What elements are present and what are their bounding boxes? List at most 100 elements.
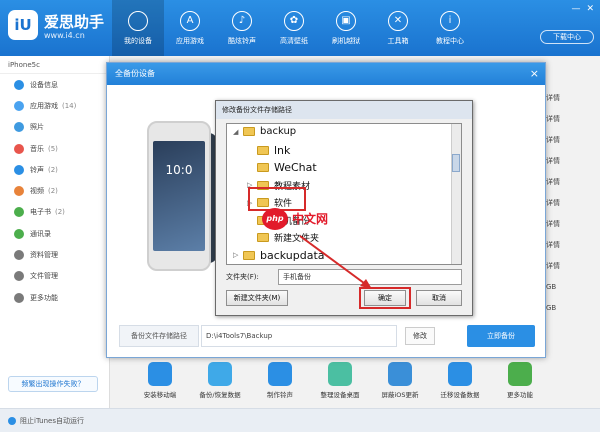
bottom-app-button[interactable]: 屏蔽iOS更新 [370, 362, 430, 404]
app-tile-icon [448, 362, 472, 386]
nav-ringtones[interactable]: ♪ 酷炫铃声 [216, 0, 268, 56]
folder-dialog-title: 修改备份文件存储路径 [216, 101, 472, 119]
backup-path-field[interactable]: D:\i4Tools7\Backup [201, 325, 397, 347]
sidebar-item[interactable]: 铃声 (2) [0, 159, 109, 180]
nav-flash[interactable]: ▣ 刷机越狱 [320, 0, 372, 56]
sidebar-item[interactable]: 更多功能 [0, 287, 109, 308]
sidebar-item-count: (5) [48, 144, 58, 153]
sidebar-item-count: (2) [48, 165, 58, 174]
new-folder-button[interactable]: 新建文件夹(M) [226, 290, 288, 306]
nav-label: 应用游戏 [176, 36, 204, 45]
sidebar-item-label: 电子书 [30, 208, 51, 217]
sidebar-item-icon [14, 207, 24, 218]
itunes-block-toggle[interactable]: 阻止iTunes自动运行 [20, 416, 84, 426]
minimize-icon[interactable]: — [571, 4, 580, 14]
right-detail-strip: 详情 详情 详情 详情 详情 详情 详情 详情 详情 GB GB [540, 88, 600, 312]
detail-link[interactable]: 详情 [540, 256, 600, 277]
folder-tree-item[interactable]: 新建文件夹 [247, 231, 319, 244]
nav-label: 酷炫铃声 [228, 36, 256, 45]
cancel-button[interactable]: 取消 [416, 290, 462, 306]
sidebar-item-icon [14, 250, 24, 261]
tree-scrollbar[interactable] [451, 124, 461, 264]
folder-tree-item[interactable]: ◢ backup [233, 126, 296, 137]
flower-icon: ✿ [284, 10, 304, 31]
sidebar-item-count: (14) [62, 101, 77, 110]
status-icon [8, 417, 16, 425]
sidebar-item[interactable]: 设备信息 [0, 74, 109, 95]
sidebar-item-icon [14, 228, 24, 239]
detail-link[interactable]: 详情 [540, 130, 600, 151]
nav-my-device[interactable]: 我的设备 [112, 0, 164, 56]
expand-toggle-icon[interactable]: ◢ [233, 128, 241, 136]
sidebar-item[interactable]: 文件管理 [0, 266, 109, 287]
app-url: www.i4.cn [44, 31, 85, 40]
nav-apps[interactable]: A 应用游戏 [164, 0, 216, 56]
bottom-app-label: 更多功能 [507, 391, 533, 399]
sidebar-item[interactable]: 音乐 (5) [0, 138, 109, 159]
tools-icon: ✕ [388, 10, 408, 31]
detail-link[interactable]: 详情 [540, 88, 600, 109]
sidebar-item-icon [14, 292, 24, 303]
appstore-icon: A [180, 10, 200, 31]
dialog-title: 全备份设备 [115, 69, 155, 78]
phone-image: 10:0 [147, 121, 211, 271]
download-center-button[interactable]: 下载中心 [540, 30, 594, 44]
detail-link[interactable]: 详情 [540, 235, 600, 256]
sidebar-item-label: 文件管理 [30, 272, 58, 281]
bottom-app-label: 屏蔽iOS更新 [381, 391, 419, 399]
bottom-app-row: 安装移动端 备份/恢复数据 制作铃声 整理设备桌面 屏蔽iOS更新 迁移设备数据 更多功能 [130, 362, 600, 404]
detail-link[interactable]: 详情 [540, 151, 600, 172]
sidebar-item[interactable]: 电子书 (2) [0, 202, 109, 223]
backup-path-row: 备份文件存储路径 D:\i4Tools7\Backup 修改 立即备份 [119, 325, 535, 347]
change-path-button[interactable]: 修改 [405, 327, 435, 345]
sidebar-item-icon [14, 79, 24, 90]
sidebar-item-label: 设备信息 [30, 80, 58, 89]
sidebar-item-count: (2) [55, 208, 65, 217]
bottom-app-button[interactable]: 制作铃声 [250, 362, 310, 404]
close-icon[interactable]: × [530, 63, 539, 85]
sidebar-item-icon [14, 164, 24, 175]
app-logo: iU [8, 10, 38, 40]
detail-link[interactable]: 详情 [540, 172, 600, 193]
left-sidebar: iPhone5c 设备信息 应用游戏 (14) 照片 音乐 (5) 铃声 (2) 视频 (2) 电子… [0, 56, 110, 408]
detail-link[interactable]: GB [540, 277, 600, 298]
folder-tree-label: 新建文件夹 [274, 234, 320, 244]
folder-tree-item[interactable]: WeChat [247, 161, 317, 174]
folder-tree-item[interactable]: ▷ backupdata [233, 249, 325, 262]
app-brand: 爱思助手 [44, 13, 105, 31]
apple-icon [128, 10, 148, 31]
folder-name-row: 文件夹(F): 手机备份 [226, 269, 462, 285]
watermark-logo: php [262, 208, 288, 230]
expand-toggle-icon[interactable]: ▷ [233, 251, 241, 259]
nav-toolbox[interactable]: ✕ 工具箱 [372, 0, 424, 56]
top-app-bar: iU 爱思助手 www.i4.cn 我的设备 A 应用游戏 ♪ 酷炫铃声 ✿ 高… [0, 0, 600, 56]
close-icon[interactable]: ✕ [586, 4, 594, 14]
start-backup-button[interactable]: 立即备份 [467, 325, 535, 347]
backup-path-label: 备份文件存储路径 [119, 325, 199, 347]
sidebar-item-label: 视频 [30, 187, 44, 196]
detail-link[interactable]: GB [540, 298, 600, 319]
detail-link[interactable]: 详情 [540, 109, 600, 130]
scrollbar-thumb[interactable] [452, 154, 460, 172]
bottom-app-button[interactable]: 安装移动端 [130, 362, 190, 404]
bottom-app-button[interactable]: 备份/恢复数据 [190, 362, 250, 404]
detail-link[interactable]: 详情 [540, 193, 600, 214]
bottom-app-button[interactable]: 更多功能 [490, 362, 550, 404]
sidebar-item[interactable]: 通讯录 [0, 223, 109, 244]
sidebar-item[interactable]: 视频 (2) [0, 180, 109, 201]
app-tile-icon [388, 362, 412, 386]
sidebar-list: 设备信息 应用游戏 (14) 照片 音乐 (5) 铃声 (2) 视频 (2) 电子书 (2) 通讯录 资料… [0, 74, 109, 308]
folder-tree-item[interactable]: lnk [247, 144, 290, 157]
troubleshoot-button[interactable]: 频繁出现操作失败？ [8, 376, 98, 392]
bottom-app-button[interactable]: 整理设备桌面 [310, 362, 370, 404]
sidebar-item[interactable]: 应用游戏 (14) [0, 95, 109, 116]
nav-wallpapers[interactable]: ✿ 高清壁纸 [268, 0, 320, 56]
folder-name-field[interactable]: 手机备份 [278, 269, 462, 285]
sidebar-item[interactable]: 资料管理 [0, 244, 109, 265]
bottom-app-button[interactable]: 迁移设备数据 [430, 362, 490, 404]
nav-tutorials[interactable]: i 教程中心 [424, 0, 476, 56]
sidebar-item[interactable]: 照片 [0, 117, 109, 138]
detail-link[interactable]: 详情 [540, 214, 600, 235]
bottom-app-label: 迁移设备数据 [440, 391, 480, 399]
sidebar-item-icon [14, 122, 24, 133]
